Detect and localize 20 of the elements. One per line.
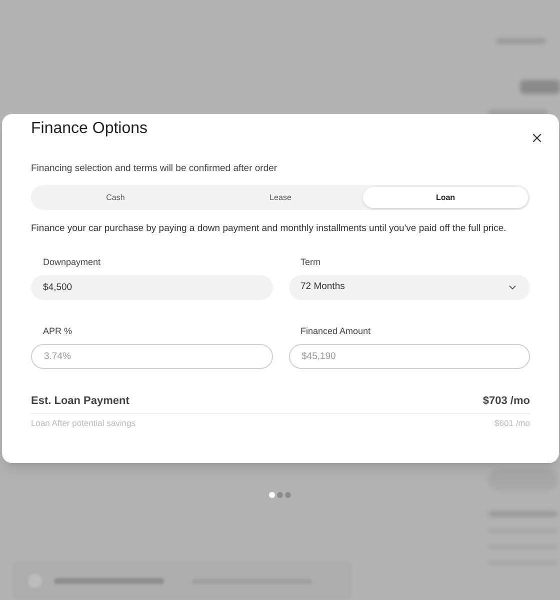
- payment-type-tab[interactable]: Loan: [363, 187, 528, 208]
- payment-type-tab[interactable]: Lease: [198, 187, 363, 208]
- payment-value: $703 /mo: [482, 394, 530, 409]
- downpayment-field[interactable]: $4,500: [31, 274, 272, 300]
- field-label: Downpayment: [42, 256, 102, 268]
- field-label: Term: [300, 256, 322, 268]
- description-text: Finance your car purchase by paying a down payment and monthly installments until you've paid off the full price.: [31, 223, 508, 236]
- field-label: APR %: [42, 324, 74, 337]
- field-label: Financed Amount: [300, 324, 372, 337]
- payment-label: Est. Loan Payment: [31, 394, 130, 409]
- amount-field[interactable]: 3.74%: [31, 344, 272, 369]
- savings-value: $601 /mo: [494, 417, 530, 430]
- close-icon: [530, 131, 544, 145]
- payment-type-tab[interactable]: Cash: [33, 187, 198, 208]
- dialog-title: Finance Options: [31, 119, 148, 139]
- term-select[interactable]: 72 Months: [288, 274, 530, 300]
- savings-label: Loan After potential savings: [31, 417, 136, 430]
- notice-text: Financing selection and terms will be confirmed after order: [31, 162, 278, 176]
- amount-field[interactable]: $45,190: [288, 344, 530, 369]
- close-button[interactable]: [530, 131, 544, 145]
